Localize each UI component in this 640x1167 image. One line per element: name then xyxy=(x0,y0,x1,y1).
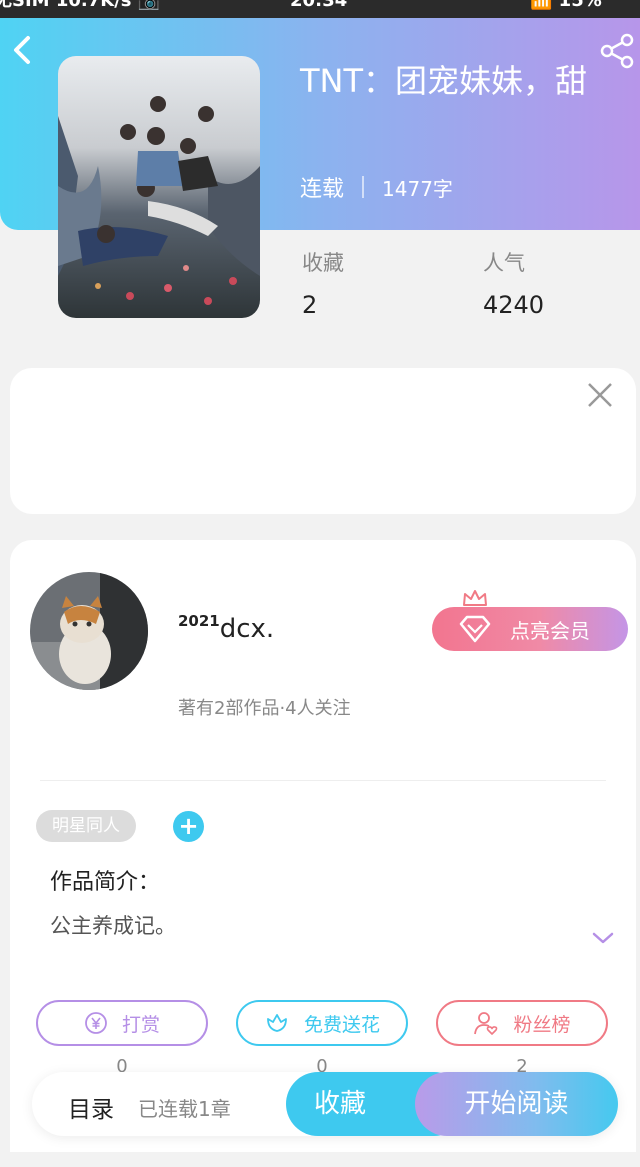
author-name[interactable]: 2021dcx. xyxy=(178,612,274,644)
chapter-status: 已连载1章 xyxy=(138,1097,231,1121)
toc-button[interactable]: 目录 xyxy=(68,1090,114,1124)
book-title: TNT：团宠妹妹，甜 xyxy=(300,62,588,100)
yen-icon xyxy=(85,1012,107,1034)
genre-tag[interactable]: 明星同人 xyxy=(36,810,136,842)
ad-card xyxy=(10,368,636,514)
tip-button-label: 打赏 xyxy=(121,1013,160,1036)
close-icon[interactable] xyxy=(585,380,615,410)
diamond-icon xyxy=(458,614,492,644)
status-bar: 无SIM 10.7K/s 📷 20:34 📶 15% xyxy=(0,0,640,18)
tip-button[interactable]: 打赏 xyxy=(36,1000,208,1046)
chevron-down-icon[interactable] xyxy=(590,928,616,948)
serial-status: 连载 xyxy=(300,177,345,202)
start-reading-button[interactable]: 开始阅读 xyxy=(415,1072,618,1136)
stat-popularity-value: 4240 xyxy=(483,291,545,319)
flower-icon xyxy=(267,1014,287,1032)
stat-favorites-label: 收藏 xyxy=(302,251,344,275)
bottom-spacer xyxy=(0,1152,640,1167)
stat-favorites: 收藏 2 xyxy=(302,248,344,320)
book-cover-image[interactable] xyxy=(58,56,260,318)
share-icon[interactable] xyxy=(598,32,636,70)
divider xyxy=(40,780,606,781)
word-count: 1477字 xyxy=(382,176,453,201)
plus-icon[interactable]: + xyxy=(173,811,204,842)
stat-popularity-label: 人气 xyxy=(483,251,525,275)
status-time: 20:34 xyxy=(290,0,348,11)
intro-text: 公主养成记。 xyxy=(50,914,176,938)
crown-icon xyxy=(462,588,488,608)
send-flower-button-label: 免费送花 xyxy=(303,1013,380,1036)
author-summary: 著有2部作品·4人关注 xyxy=(178,698,351,719)
status-left: 无SIM 10.7K/s 📷 xyxy=(0,0,161,11)
back-icon[interactable] xyxy=(8,30,38,70)
author-name-prefix: 2021 xyxy=(178,612,220,630)
fans-ranking-button[interactable]: 粉丝榜 xyxy=(436,1000,608,1046)
status-right: 📶 15% xyxy=(530,0,602,11)
stat-favorites-value: 2 xyxy=(302,291,318,319)
stat-popularity: 人气 4240 xyxy=(483,248,544,320)
author-name-text: dcx. xyxy=(219,614,275,644)
fans-icon xyxy=(474,1012,498,1035)
vip-button-label: 点亮会员 xyxy=(510,618,590,643)
send-flower-button[interactable]: 免费送花 xyxy=(236,1000,408,1046)
fans-ranking-button-label: 粉丝榜 xyxy=(513,1013,571,1036)
intro-heading: 作品简介： xyxy=(50,870,161,895)
avatar[interactable] xyxy=(30,572,148,690)
meta-divider xyxy=(362,176,365,198)
book-meta: 连载 1477字 xyxy=(300,170,453,204)
